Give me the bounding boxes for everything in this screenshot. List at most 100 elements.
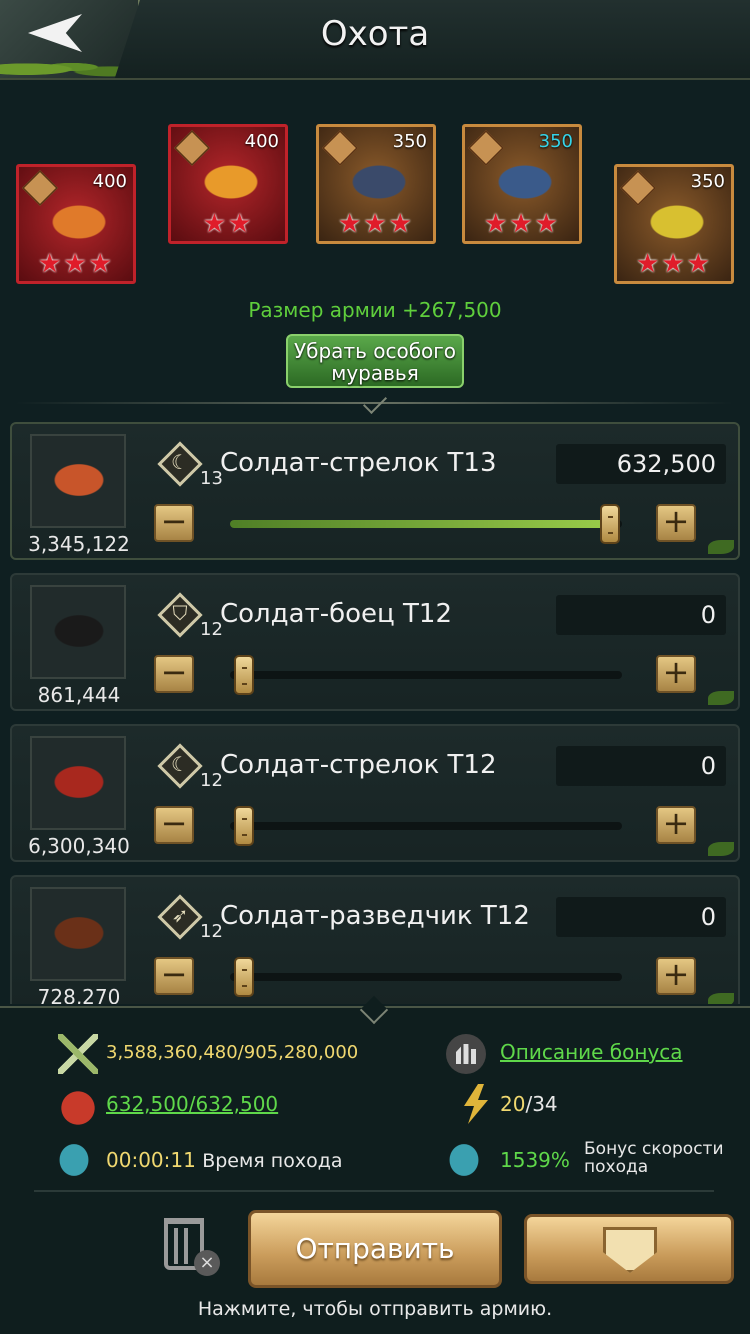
troop-thumbnail (30, 585, 126, 679)
troop-class-icon: ☾ (157, 743, 203, 789)
swords-icon (58, 1034, 98, 1074)
hero-stars: ★★★ (38, 249, 114, 279)
bonus-description-link[interactable]: Описание бонуса (500, 1040, 683, 1064)
march-time-label: Время похода (202, 1150, 343, 1172)
decrease-button[interactable]: − (154, 504, 194, 542)
troop-slider[interactable] (230, 806, 622, 846)
troop-name: Солдат-разведчик Т12 (220, 901, 530, 931)
class-glyph: ☾ (171, 450, 189, 474)
speed-bonus-value: 1539% (500, 1148, 570, 1172)
energy-max: /34 (525, 1092, 558, 1116)
troop-quantity-input[interactable]: 0 (556, 746, 726, 786)
hero-card[interactable]: 400 ★★ (168, 124, 288, 244)
class-glyph: ➶ (171, 903, 189, 927)
ant-icon (42, 758, 116, 806)
send-hint: Нажмите, чтобы отправить армию. (197, 1298, 553, 1320)
hero-class-icon (321, 129, 359, 167)
hero-stars: ★★★ (636, 249, 712, 279)
troop-class-icon: ⛉ (157, 592, 203, 638)
troop-thumbnail (30, 736, 126, 830)
increase-button[interactable]: + (656, 504, 696, 542)
hero-level: 400 (244, 131, 279, 152)
troop-quantity-input[interactable]: 0 (556, 897, 726, 937)
troop-quantity-input[interactable]: 632,500 (556, 444, 726, 484)
hero-stars: ★★★ (484, 209, 560, 239)
march-time-value: 00:00:11 (106, 1148, 196, 1172)
class-glyph: ⛉ (172, 601, 188, 625)
hero-stars: ★★ (202, 209, 254, 239)
troop-slider[interactable] (230, 957, 622, 997)
slider-handle[interactable] (234, 806, 254, 846)
leaf-decoration (708, 842, 734, 856)
troop-available-count: 6,300,340 (28, 834, 130, 858)
ant-icon (339, 157, 419, 207)
troop-list[interactable]: 3,345,122 ☾ 13 Солдат-стрелок Т13 632,500− +8… (0, 418, 750, 1004)
ant-icon (485, 157, 565, 207)
page-title: Охота (320, 14, 430, 54)
load-value[interactable]: 632,500/632,500 (106, 1092, 278, 1116)
ant-icon (39, 197, 119, 247)
hero-stars: ★★★ (338, 209, 414, 239)
slider-handle[interactable] (234, 957, 254, 997)
ant-icon (42, 456, 116, 504)
chevron-up-icon (362, 389, 388, 415)
decrease-button[interactable]: − (154, 957, 194, 995)
decrease-button[interactable]: − (154, 655, 194, 693)
troop-thumbnail (30, 434, 126, 528)
troop-available-count: 3,345,122 (28, 532, 130, 556)
hero-card[interactable]: 350 ★★★ (462, 124, 582, 244)
shield-icon (603, 1227, 657, 1273)
troop-class-icon: ➶ (157, 894, 203, 940)
increase-button[interactable]: + (656, 957, 696, 995)
leaf-decoration (708, 993, 734, 1004)
hero-class-icon (21, 169, 59, 207)
hero-card[interactable]: 400 ★★★ (16, 164, 136, 284)
hero-level: 350 (538, 131, 573, 152)
slider-handle[interactable] (234, 655, 254, 695)
energy-current: 20 (500, 1092, 526, 1116)
troop-quantity-input[interactable]: 0 (556, 595, 726, 635)
slider-handle[interactable] (600, 504, 620, 544)
troop-name: Солдат-стрелок Т12 (220, 750, 497, 780)
ant-icon (42, 909, 116, 957)
troop-name: Солдат-боец Т12 (220, 599, 452, 629)
leaf-decoration (708, 691, 734, 705)
remove-special-ant-button[interactable]: Убрать особого муравья (286, 334, 464, 388)
troop-row: 6,300,340 ☾ 12 Солдат-стрелок Т12 0− + (10, 724, 740, 862)
troop-slider[interactable] (230, 504, 622, 544)
leaf-decoration (708, 540, 734, 554)
ant-icon (42, 607, 116, 655)
shield-button[interactable] (524, 1214, 734, 1284)
power-value: 3,588,360,480/905,280,000 (106, 1042, 359, 1063)
march-time-icon (54, 1138, 94, 1178)
send-button[interactable]: Отправить (248, 1210, 502, 1288)
ant-icon (191, 157, 271, 207)
ant-icon (637, 197, 717, 247)
hero-class-icon (619, 169, 657, 207)
hero-class-icon (173, 129, 211, 167)
header-bar: Охота (0, 0, 750, 80)
decrease-button[interactable]: − (154, 806, 194, 844)
troop-row: 3,345,122 ☾ 13 Солдат-стрелок Т13 632,500− + (10, 422, 740, 560)
march-speed-icon (444, 1138, 484, 1178)
march-time: 00:00:11 Время похода (106, 1148, 342, 1172)
energy-value: 20/34 (500, 1092, 558, 1116)
hero-class-icon (467, 129, 505, 167)
increase-button[interactable]: + (656, 655, 696, 693)
slider-fill (230, 520, 615, 528)
speed-bonus-label: Бонус скорости похода (584, 1139, 724, 1177)
troop-available-count: 861,444 (37, 683, 121, 707)
increase-button[interactable]: + (656, 806, 696, 844)
close-icon: × (194, 1250, 220, 1276)
divider (34, 1190, 714, 1192)
hero-level: 350 (392, 131, 427, 152)
hero-card[interactable]: 350 ★★★ (316, 124, 436, 244)
troop-available-count: 728,270 (37, 985, 121, 1004)
chart-icon[interactable] (446, 1034, 486, 1074)
troop-slider[interactable] (230, 655, 622, 695)
troop-thumbnail (30, 887, 126, 981)
army-size-bonus: Размер армии +267,500 (248, 298, 502, 322)
leaf-decoration (0, 56, 130, 78)
hero-card[interactable]: 350 ★★★ (614, 164, 734, 284)
class-glyph: ☾ (171, 752, 189, 776)
